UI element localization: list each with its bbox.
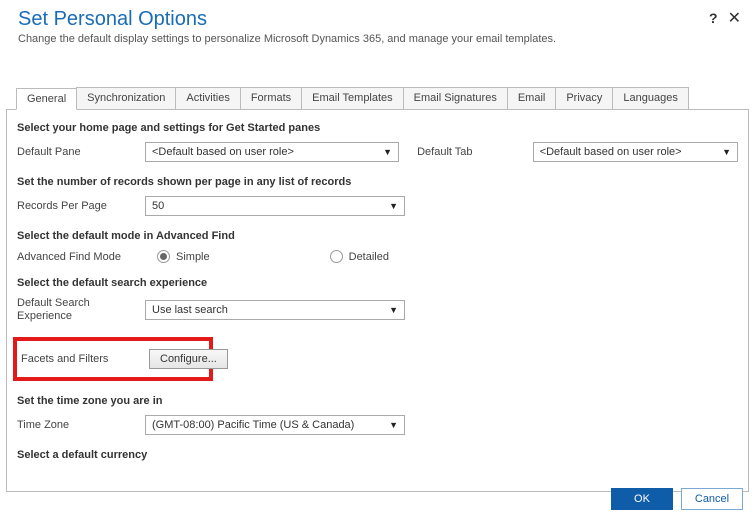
default-search-exp-value: Use last search: [152, 304, 228, 316]
configure-button[interactable]: Configure...: [149, 349, 228, 369]
default-tab-select[interactable]: <Default based on user role> ▼: [533, 142, 738, 162]
section-advfind-heading: Select the default mode in Advanced Find: [17, 230, 738, 242]
page-title: Set Personal Options: [18, 8, 737, 31]
records-per-page-value: 50: [152, 200, 164, 212]
section-records-heading: Set the number of records shown per page…: [17, 176, 738, 188]
time-zone-select[interactable]: (GMT-08:00) Pacific Time (US & Canada) ▼: [145, 415, 405, 435]
chevron-down-icon: ▼: [389, 420, 398, 430]
tab-general[interactable]: General: [16, 88, 77, 110]
default-search-exp-select[interactable]: Use last search ▼: [145, 300, 405, 320]
adv-find-mode-label: Advanced Find Mode: [17, 251, 145, 263]
chevron-down-icon: ▼: [383, 147, 392, 157]
tab-email-templates[interactable]: Email Templates: [301, 87, 404, 109]
tab-email-signatures[interactable]: Email Signatures: [403, 87, 508, 109]
close-icon[interactable]: ✕: [728, 8, 741, 28]
records-per-page-label: Records Per Page: [17, 200, 145, 212]
default-pane-value: <Default based on user role>: [152, 146, 294, 158]
default-search-exp-label: Default Search Experience: [17, 297, 145, 323]
time-zone-label: Time Zone: [17, 419, 145, 431]
default-tab-label: Default Tab: [417, 146, 515, 158]
time-zone-value: (GMT-08:00) Pacific Time (US & Canada): [152, 419, 354, 431]
section-homepage-heading: Select your home page and settings for G…: [17, 122, 738, 134]
adv-find-detailed-label: Detailed: [349, 251, 389, 263]
adv-find-simple-option[interactable]: Simple: [157, 250, 210, 263]
adv-find-simple-label: Simple: [176, 251, 210, 263]
cancel-button[interactable]: Cancel: [681, 488, 743, 510]
tab-synchronization[interactable]: Synchronization: [76, 87, 176, 109]
chevron-down-icon: ▼: [389, 201, 398, 211]
radio-icon: [157, 250, 170, 263]
tab-bar: General Synchronization Activities Forma…: [6, 87, 749, 110]
section-currency-heading: Select a default currency: [17, 449, 738, 461]
default-pane-label: Default Pane: [17, 146, 145, 158]
tab-languages[interactable]: Languages: [612, 87, 688, 109]
ok-button[interactable]: OK: [611, 488, 673, 510]
facets-filters-label: Facets and Filters: [21, 353, 149, 365]
records-per-page-select[interactable]: 50 ▼: [145, 196, 405, 216]
default-tab-value: <Default based on user role>: [540, 146, 682, 158]
chevron-down-icon: ▼: [389, 305, 398, 315]
tab-privacy[interactable]: Privacy: [555, 87, 613, 109]
chevron-down-icon: ▼: [722, 147, 731, 157]
facets-highlight: Facets and Filters Configure...: [13, 337, 213, 381]
adv-find-detailed-option[interactable]: Detailed: [330, 250, 389, 263]
section-tz-heading: Set the time zone you are in: [17, 395, 738, 407]
default-pane-select[interactable]: <Default based on user role> ▼: [145, 142, 399, 162]
help-icon[interactable]: ?: [709, 10, 718, 26]
tab-activities[interactable]: Activities: [175, 87, 240, 109]
tab-formats[interactable]: Formats: [240, 87, 302, 109]
tab-email[interactable]: Email: [507, 87, 557, 109]
page-subtitle: Change the default display settings to p…: [18, 33, 737, 45]
section-search-heading: Select the default search experience: [17, 277, 738, 289]
radio-icon: [330, 250, 343, 263]
content-panel: Select your home page and settings for G…: [6, 110, 749, 492]
